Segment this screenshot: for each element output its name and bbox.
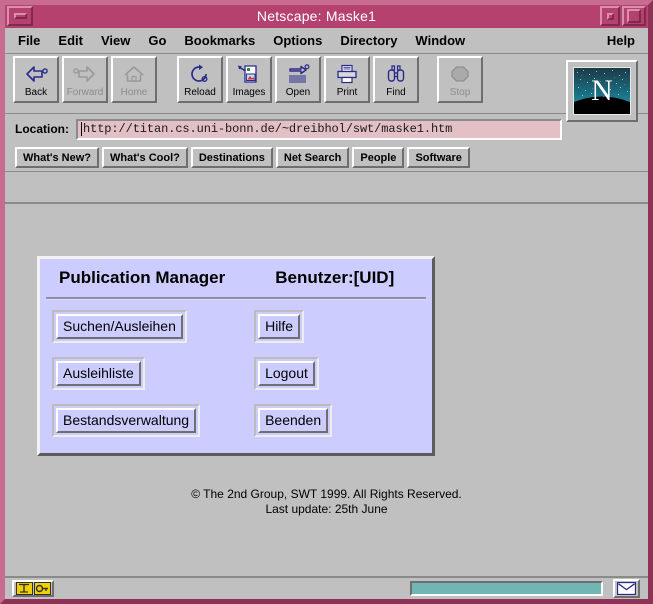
toolbar-open-label: Open — [285, 86, 311, 98]
footer-last-update: Last update: 25th June — [265, 502, 388, 516]
progress-bar — [410, 581, 603, 596]
ausleihliste-button[interactable]: Ausleihliste — [56, 361, 141, 386]
toolbar-reload-label: Reload — [184, 86, 216, 98]
panel-button-grid: Suchen/Ausleihen Ausleihliste Bestandsve… — [40, 300, 432, 437]
page-title: Publication Manager — [59, 268, 226, 287]
toolbar-images-button[interactable]: Images — [226, 56, 272, 103]
images-icon — [236, 62, 262, 86]
dir-whats-cool-button[interactable]: What's Cool? — [102, 147, 188, 168]
footer-copyright: © The 2nd Group, SWT 1999. All Rights Re… — [191, 487, 462, 501]
toolbar-forward-label: Forward — [66, 86, 104, 98]
reload-icon — [187, 62, 213, 86]
menu-options[interactable]: Options — [264, 30, 331, 51]
suchen-ausleihen-frame: Suchen/Ausleihen — [52, 310, 187, 343]
hilfe-button[interactable]: Hilfe — [258, 314, 301, 339]
status-bar — [5, 576, 648, 599]
forward-arrow-icon — [72, 62, 98, 86]
logout-button[interactable]: Logout — [258, 361, 315, 386]
toolbar-print-button[interactable]: Print — [324, 56, 370, 103]
restore-icon — [606, 12, 614, 20]
open-icon — [285, 62, 311, 86]
dir-whats-new-button[interactable]: What's New? — [15, 147, 100, 168]
toolbar-open-button[interactable]: Open — [275, 56, 321, 103]
window-controls — [600, 6, 646, 26]
menu-bar: File Edit View Go Bookmarks Options Dire… — [5, 28, 648, 54]
window-restore-button[interactable] — [600, 6, 620, 26]
ausleihliste-frame: Ausleihliste — [52, 357, 145, 390]
window-titlebar[interactable]: Netscape: Maske1 — [5, 5, 648, 27]
menu-go[interactable]: Go — [139, 30, 175, 51]
toolbar-stop-button[interactable]: Stop — [437, 56, 483, 103]
location-input[interactable]: http://titan.cs.uni-bonn.de/~dreibhol/sw… — [76, 118, 562, 140]
user-label: Benutzer:[UID] — [275, 268, 395, 287]
navigation-toolbar: Back Forward Home Reload Images Open Pri… — [5, 54, 648, 122]
toolbar-stop-label: Stop — [449, 86, 471, 98]
bestandsverwaltung-button[interactable]: Bestandsverwaltung — [56, 408, 197, 433]
toolbar-forward-button[interactable]: Forward — [62, 56, 108, 103]
publication-manager-panel: Publication Manager Benutzer:[UID] Suche… — [37, 256, 435, 456]
toolbar-back-button[interactable]: Back — [13, 56, 59, 103]
dir-people-button[interactable]: People — [352, 147, 405, 168]
back-arrow-icon — [23, 62, 49, 86]
mail-envelope-icon[interactable] — [613, 579, 640, 598]
toolbar-print-label: Print — [336, 86, 358, 98]
printer-icon — [334, 62, 360, 86]
menu-edit[interactable]: Edit — [49, 30, 92, 51]
panel-header: Publication Manager Benutzer:[UID] — [40, 259, 432, 288]
toolbar-find-label: Find — [386, 86, 406, 98]
toolbar-images-label: Images — [232, 86, 266, 98]
browser-client-area: File Edit View Go Bookmarks Options Dire… — [5, 28, 648, 599]
directory-button-bar: What's New? What's Cool? Destinations Ne… — [5, 144, 648, 172]
binoculars-icon — [383, 62, 409, 86]
menu-view[interactable]: View — [92, 30, 139, 51]
dir-net-search-button[interactable]: Net Search — [275, 147, 350, 168]
window-minimize-button[interactable] — [7, 6, 33, 26]
location-label: Location: — [15, 122, 69, 136]
dir-software-button[interactable]: Software — [407, 147, 470, 168]
beenden-button[interactable]: Beenden — [258, 408, 329, 433]
menu-directory[interactable]: Directory — [331, 30, 406, 51]
location-bar: Location: http://titan.cs.uni-bonn.de/~d… — [5, 114, 648, 144]
beenden-frame: Beenden — [254, 404, 333, 437]
minimize-icon — [13, 13, 27, 19]
house-icon — [121, 62, 147, 86]
toolbar-home-button[interactable]: Home — [111, 56, 157, 103]
toolbar-reload-button[interactable]: Reload — [177, 56, 223, 103]
netscape-logo-letter: N — [591, 74, 613, 107]
dir-destinations-button[interactable]: Destinations — [190, 147, 273, 168]
hilfe-frame: Hilfe — [254, 310, 305, 343]
window-maximize-button[interactable] — [622, 6, 646, 26]
bestandsverwaltung-frame: Bestandsverwaltung — [52, 404, 201, 437]
stop-octagon-icon — [447, 62, 473, 86]
window-title: Netscape: Maske1 — [256, 8, 377, 24]
menu-bookmarks[interactable]: Bookmarks — [175, 30, 264, 51]
page-content: Publication Manager Benutzer:[UID] Suche… — [5, 202, 648, 576]
security-key-icon[interactable] — [12, 580, 54, 597]
menu-window[interactable]: Window — [406, 30, 474, 51]
suchen-ausleihen-button[interactable]: Suchen/Ausleihen — [56, 314, 183, 339]
panel-left-column: Suchen/Ausleihen Ausleihliste Bestandsve… — [52, 310, 201, 437]
page-footer: © The 2nd Group, SWT 1999. All Rights Re… — [5, 487, 648, 517]
logout-frame: Logout — [254, 357, 319, 390]
text-caret — [81, 122, 82, 136]
toolbar-back-label: Back — [24, 86, 48, 98]
location-value: http://titan.cs.uni-bonn.de/~dreibhol/sw… — [83, 122, 453, 136]
toolbar-find-button[interactable]: Find — [373, 56, 419, 103]
netscape-logo-image: N — [573, 67, 631, 115]
menu-file[interactable]: File — [9, 30, 49, 51]
netscape-logo[interactable]: N — [566, 60, 638, 122]
panel-right-column: Hilfe Logout Beenden — [254, 310, 333, 437]
maximize-icon — [627, 9, 641, 23]
menu-help[interactable]: Help — [598, 30, 644, 51]
netscape-window: Netscape: Maske1 File Edit View Go Bookm… — [0, 0, 653, 604]
toolbar-home-label: Home — [120, 86, 148, 98]
